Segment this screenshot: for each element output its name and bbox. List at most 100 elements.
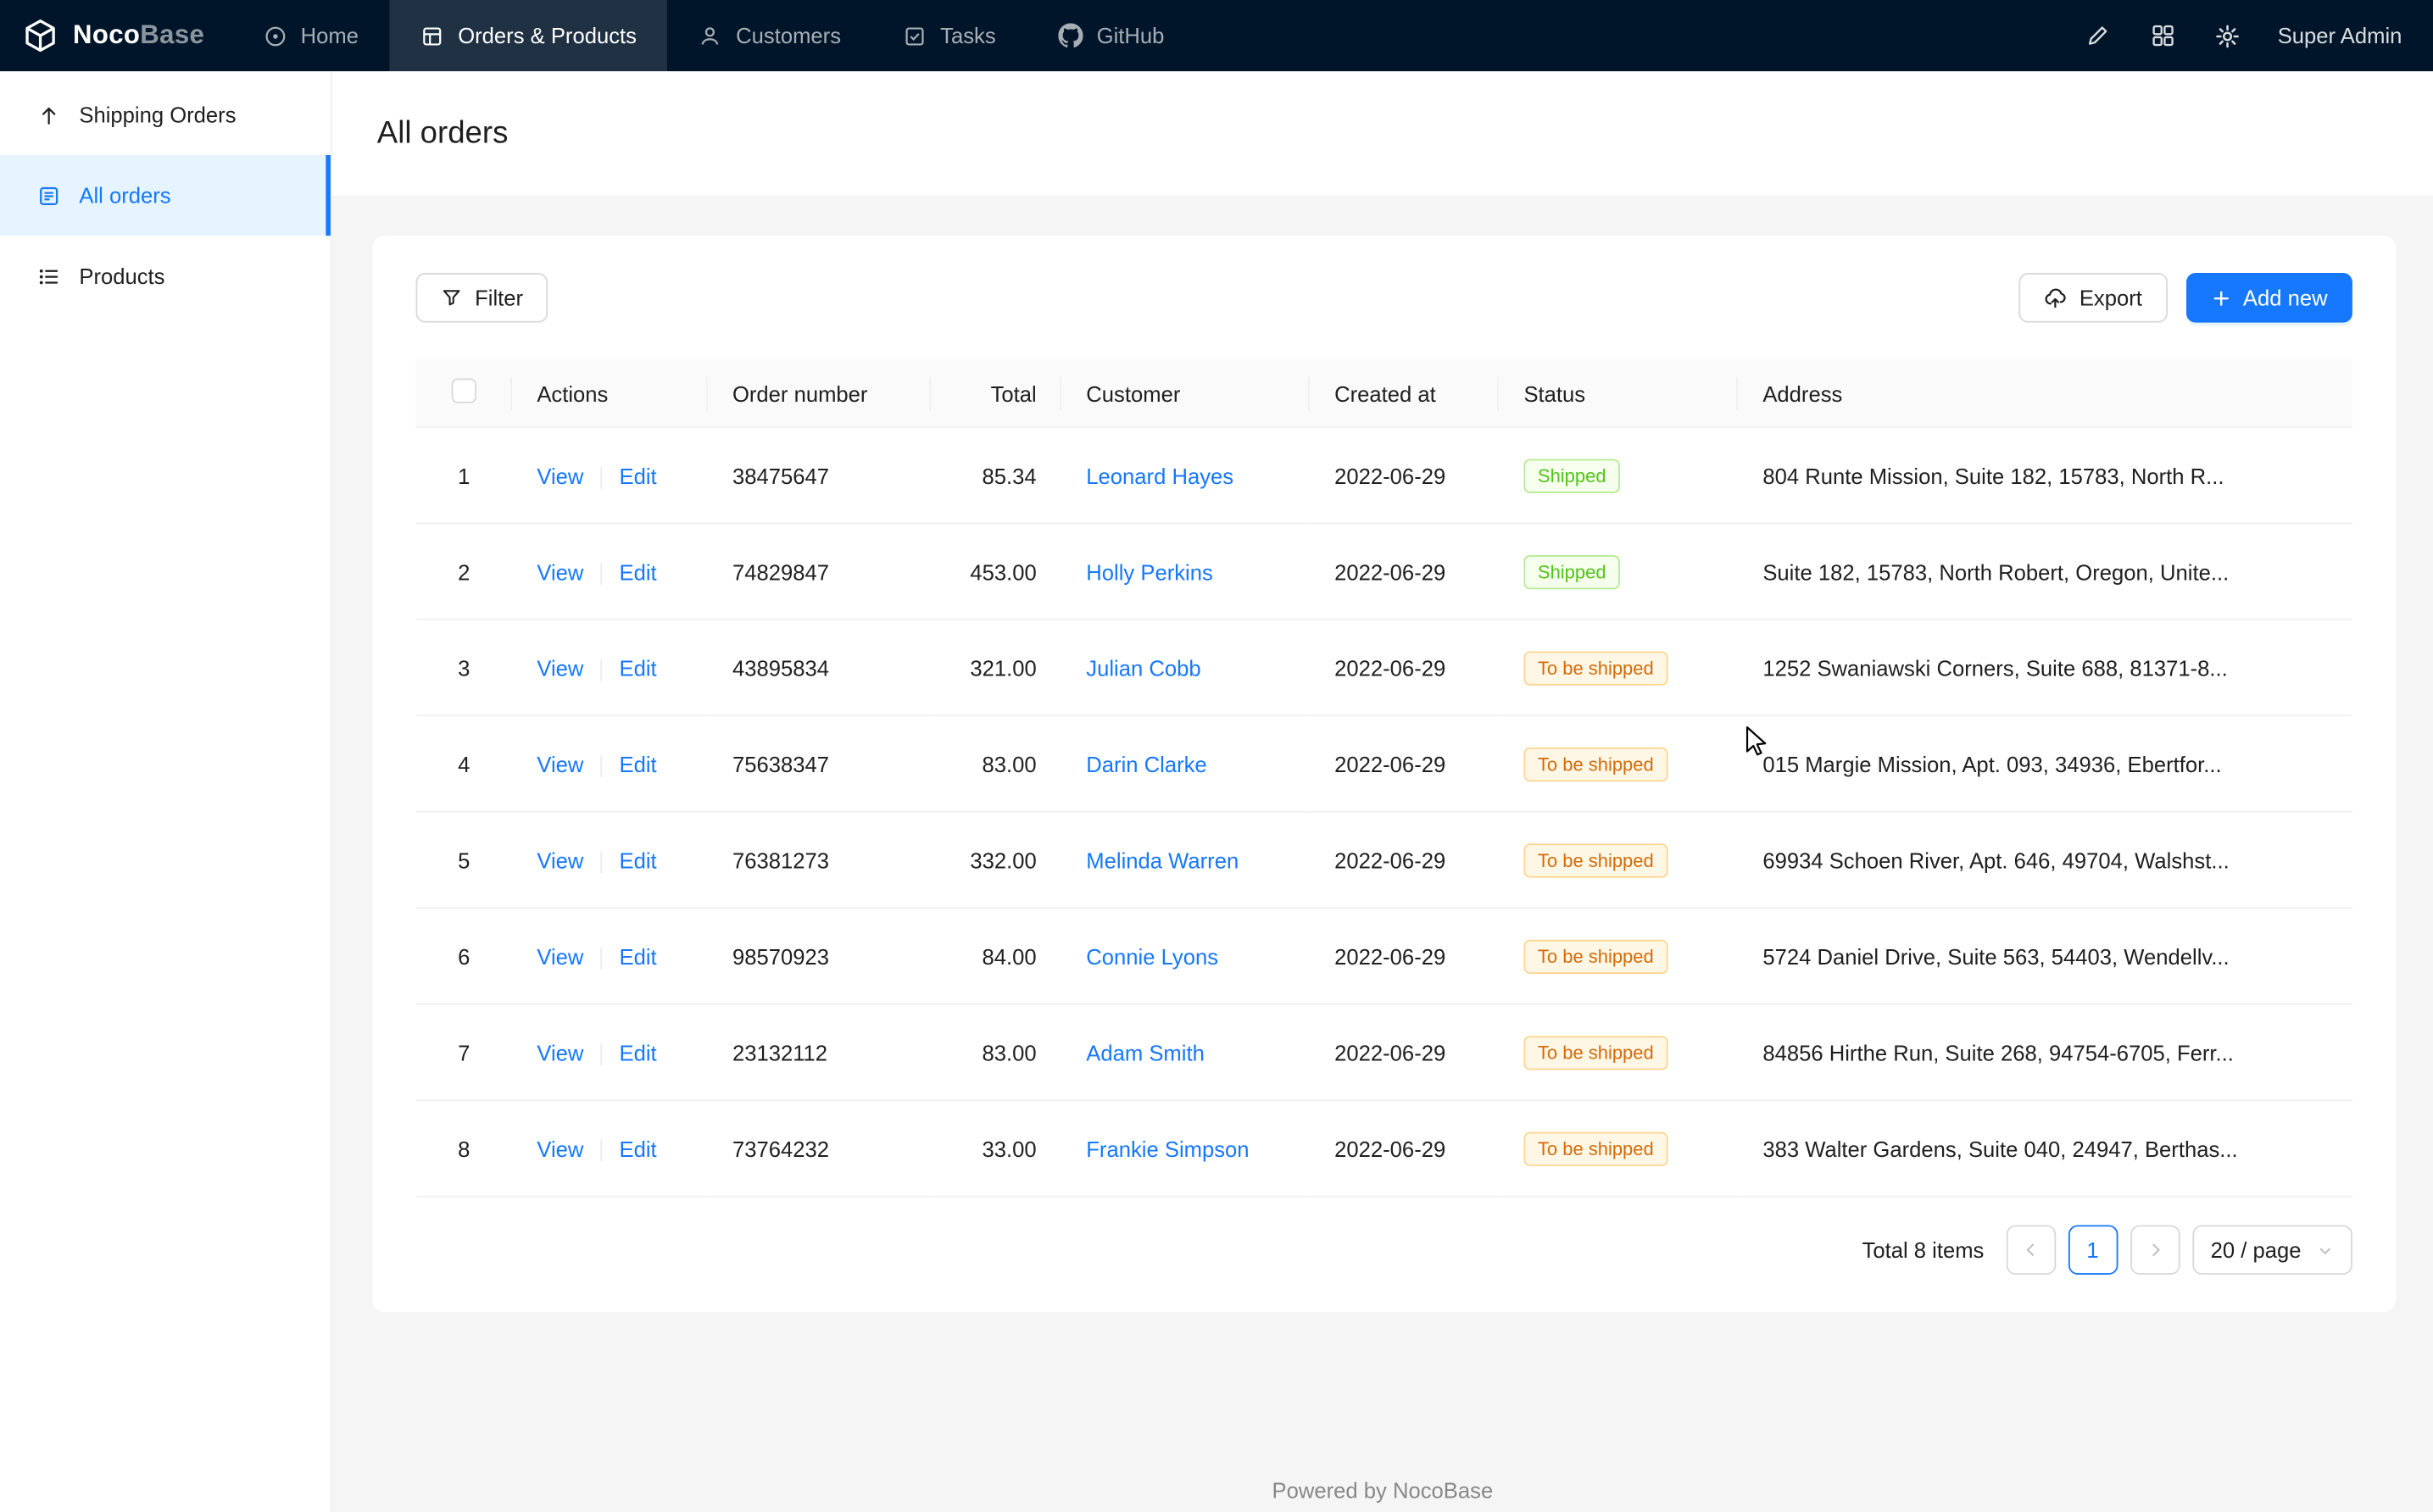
sidebar-item-shipping-orders[interactable]: Shipping Orders [0,75,331,155]
tasks-icon [903,24,926,47]
row-index: 6 [416,908,512,1003]
settings-gear-icon[interactable] [2203,11,2253,61]
customer-cell: Darin Clarke [1061,715,1310,811]
page-1-button[interactable]: 1 [2068,1225,2118,1275]
view-link[interactable]: View [537,848,583,872]
filter-funnel-icon [441,286,463,309]
edit-link[interactable]: Edit [620,751,657,775]
actions-cell: View Edit [512,524,708,620]
page-header: All orders [332,71,2433,195]
customer-cell: Frankie Simpson [1061,1100,1310,1196]
sidebar-item-products[interactable]: Products [0,236,331,316]
column-header-actions: Actions [512,359,708,427]
view-link[interactable]: View [537,1040,583,1065]
status-badge: To be shipped [1523,1036,1667,1070]
orders-icon [420,24,443,47]
prev-page-button[interactable] [2006,1225,2056,1275]
customer-link[interactable]: Connie Lyons [1086,943,1218,968]
select-all-checkbox[interactable] [452,378,476,403]
page-title: All orders [377,115,509,151]
table-row: 8ViewEdit7376423233.00Frankie Simpson202… [416,1100,2352,1196]
sidebar-item-all-orders[interactable]: All orders [0,155,331,236]
action-divider [601,851,603,873]
apps-grid-icon[interactable] [2138,11,2188,61]
address-cell: 84856 Hirthe Run, Suite 268, 94754-6705,… [1738,1004,2352,1100]
address-cell: 1252 Swaniawski Corners, Suite 688, 8137… [1738,620,2352,715]
arrow-up-icon [37,103,60,126]
table-row: 6ViewEdit9857092384.00Connie Lyons2022-0… [416,908,2352,1003]
view-link[interactable]: View [537,1136,583,1160]
view-link[interactable]: View [537,751,583,775]
customer-link[interactable]: Adam Smith [1086,1040,1205,1065]
table-toolbar: Filter Export Add [416,273,2352,323]
customer-link[interactable]: Darin Clarke [1086,751,1206,775]
created-at-cell: 2022-06-29 [1310,620,1499,715]
nav-utilities: Super Admin [2073,11,2433,61]
row-index: 3 [416,620,512,715]
actions-cell: View Edit [512,908,708,1003]
customer-cell: Julian Cobb [1061,620,1310,715]
row-index: 5 [416,812,512,908]
nav-item-home[interactable]: Home [232,0,390,71]
view-link[interactable]: View [537,463,583,487]
customer-link[interactable]: Leonard Hayes [1086,463,1233,487]
edit-link[interactable]: Edit [620,943,657,968]
list-icon [37,264,60,287]
table-row: 7ViewEdit2313211283.00Adam Smith2022-06-… [416,1004,2352,1100]
filter-button-label: Filter [475,286,523,310]
customer-link[interactable]: Melinda Warren [1086,848,1239,872]
actions-cell: View Edit [512,715,708,811]
created-at-cell: 2022-06-29 [1310,715,1499,811]
edit-link[interactable]: Edit [620,559,657,584]
add-new-button[interactable]: Add new [2185,273,2352,323]
action-divider [601,1043,603,1065]
export-button[interactable]: Export [2018,273,2167,323]
filter-button[interactable]: Filter [416,273,548,323]
pagination-total: Total 8 items [1862,1237,1985,1262]
view-link[interactable]: View [537,655,583,680]
actions-cell: View Edit [512,427,708,523]
status-badge: Shipped [1523,555,1620,589]
customer-link[interactable]: Frankie Simpson [1086,1136,1249,1160]
next-page-button[interactable] [2130,1225,2180,1275]
home-icon [264,24,287,47]
created-at-cell: 2022-06-29 [1310,427,1499,523]
edit-link[interactable]: Edit [620,463,657,487]
brand[interactable]: NocoBase [0,17,232,54]
created-at-cell: 2022-06-29 [1310,908,1499,1003]
address-cell: 383 Walter Gardens, Suite 040, 24947, Be… [1738,1100,2352,1196]
main-menu: Home Orders & Products Customers Tasks [232,0,1195,71]
nav-item-orders-products[interactable]: Orders & Products [390,0,668,71]
order-number-cell: 73764232 [708,1100,932,1196]
view-link[interactable]: View [537,559,583,584]
view-link[interactable]: View [537,943,583,968]
total-cell: 332.00 [931,812,1061,908]
export-button-label: Export [2079,286,2142,310]
status-cell: To be shipped [1499,812,1738,908]
customer-cell: Holly Perkins [1061,524,1310,620]
edit-link[interactable]: Edit [620,655,657,680]
page-size-select[interactable]: 20 / page [2192,1225,2352,1275]
nav-item-tasks[interactable]: Tasks [872,0,1027,71]
nocobase-logo-icon [22,17,59,54]
edit-link[interactable]: Edit [620,848,657,872]
nav-item-github[interactable]: GitHub [1027,0,1195,71]
customer-link[interactable]: Julian Cobb [1086,655,1200,680]
status-cell: To be shipped [1499,620,1738,715]
page-body: Filter Export Add [332,196,2433,1512]
nav-item-customers[interactable]: Customers [668,0,872,71]
customer-cell: Adam Smith [1061,1004,1310,1100]
customer-link[interactable]: Holly Perkins [1086,559,1213,584]
user-menu[interactable]: Super Admin [2278,23,2402,47]
edit-link[interactable]: Edit [620,1040,657,1065]
highlighter-icon[interactable] [2073,11,2123,61]
actions-cell: View Edit [512,620,708,715]
order-number-cell: 74829847 [708,524,932,620]
plus-icon [2210,287,2230,308]
edit-link[interactable]: Edit [620,1136,657,1160]
table-row: 5ViewEdit76381273332.00Melinda Warren202… [416,812,2352,908]
table-row: 1ViewEdit3847564785.34Leonard Hayes2022-… [416,427,2352,523]
table-body: 1ViewEdit3847564785.34Leonard Hayes2022-… [416,427,2352,1197]
action-divider [601,659,603,681]
select-all-header [416,359,512,427]
